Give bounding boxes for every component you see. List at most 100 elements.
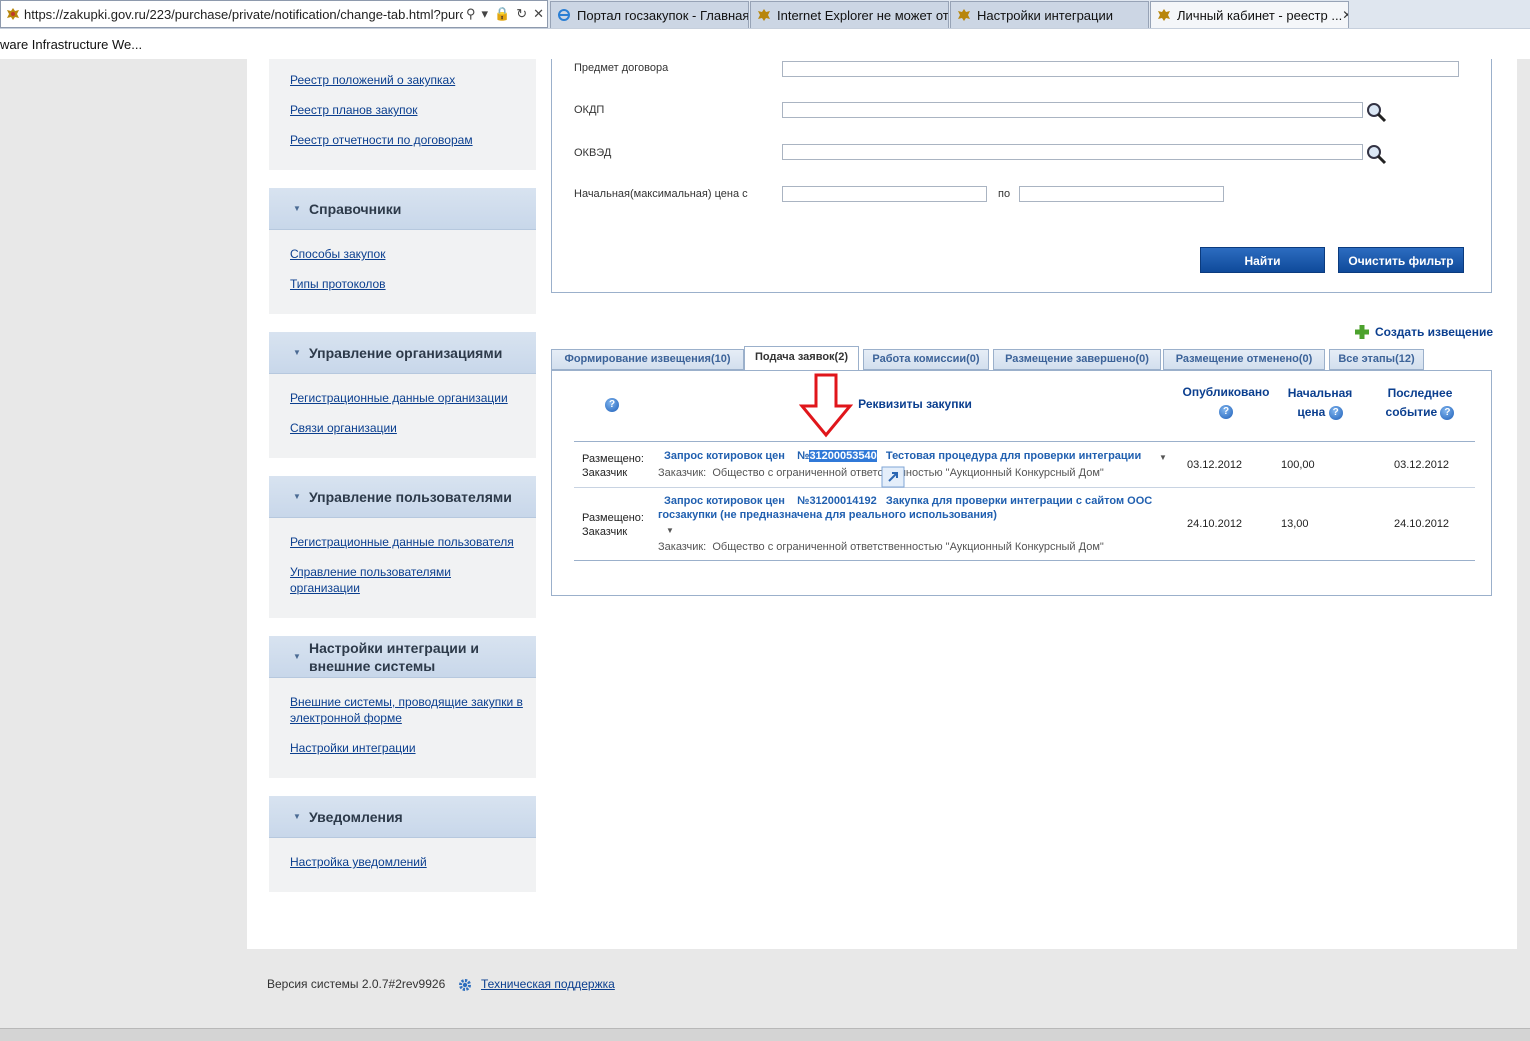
price-from-label: Начальная(максимальная) цена с: [574, 188, 748, 200]
purchase-type[interactable]: Запрос котировок цен: [664, 495, 785, 507]
sidebar-link[interactable]: Настройка уведомлений: [290, 854, 525, 870]
help-icon[interactable]: ?: [605, 398, 619, 412]
sidebar-section-header[interactable]: ▼ Настройки интеграции и внешние системы: [269, 636, 536, 678]
purchase-type[interactable]: Запрос котировок цен: [664, 450, 785, 462]
okdp-label: ОКДП: [574, 104, 605, 116]
gear-icon: [459, 979, 471, 991]
favorites-item[interactable]: ware Infrastructure We...: [0, 37, 142, 52]
section-title: Справочники: [309, 200, 402, 217]
tab-submission[interactable]: Подача заявок(2): [744, 346, 859, 371]
close-tab-icon[interactable]: ✕: [1342, 8, 1348, 22]
browser-tab[interactable]: Портал госзакупок - Главная: [550, 1, 749, 28]
stop-icon[interactable]: ✕: [530, 6, 547, 22]
section-title: Настройки интеграции и внешние системы: [309, 639, 479, 674]
number-prefix[interactable]: №: [797, 450, 809, 462]
subject-input[interactable]: [782, 61, 1459, 77]
purchase-number[interactable]: 31200014192: [809, 495, 876, 507]
published-date: 24.10.2012: [1187, 518, 1243, 530]
favorites-bar: ware Infrastructure We...: [0, 28, 1530, 59]
event-header: Последнее событие ?: [1374, 384, 1466, 422]
okdp-input[interactable]: [782, 102, 1363, 118]
dropdown-icon[interactable]: ▾: [478, 6, 491, 22]
popup-expand-icon[interactable]: [881, 466, 905, 488]
purchase-link[interactable]: Запрос котировок цен №31200053540 Тестов…: [664, 449, 1141, 463]
price-from-input[interactable]: [782, 186, 987, 202]
sidebar-link[interactable]: Регистрационные данные пользователя: [290, 534, 525, 550]
last-event-date: 24.10.2012: [1394, 518, 1450, 530]
refresh-icon[interactable]: ↻: [513, 6, 530, 22]
purchase-title[interactable]: Тестовая процедура для проверки интеграц…: [886, 450, 1141, 462]
event-header-line2: событие: [1385, 405, 1438, 419]
section-title: Управление пользователями: [309, 488, 512, 505]
annotation-arrow-icon: [799, 373, 853, 438]
tab-completed[interactable]: Размещение завершено(0): [993, 349, 1161, 370]
status-text: Заказчик: [582, 526, 628, 538]
purchase-title[interactable]: Закупка для проверки интеграции с сайтом…: [886, 495, 1152, 507]
sidebar-link[interactable]: Типы протоколов: [290, 276, 525, 292]
collapse-icon[interactable]: ▼: [285, 348, 309, 357]
purchase-link[interactable]: Запрос котировок цен №31200014192 Закупк…: [664, 494, 1152, 508]
purchase-number-selected[interactable]: 31200053540: [809, 450, 877, 462]
collapse-icon[interactable]: ▼: [285, 492, 309, 501]
system-version: Версия системы 2.0.7#2rev9926: [267, 977, 446, 991]
tab-all-stages[interactable]: Все этапы(12): [1329, 349, 1424, 370]
sidebar-section-header[interactable]: ▼ Уведомления: [269, 796, 536, 838]
sidebar-link[interactable]: Управление пользователями организации: [290, 564, 470, 596]
sidebar-section-organizations: ▼ Управление организациями Регистрационн…: [269, 332, 536, 458]
magnifier-icon[interactable]: [1365, 143, 1387, 165]
sidebar-section-header[interactable]: ▼ Управление пользователями: [269, 476, 536, 518]
tab-label: Internet Explorer не может ото...: [777, 7, 949, 23]
magnifier-icon[interactable]: [1365, 101, 1387, 123]
details-header: Реквизиты закупки: [858, 397, 972, 411]
tab-forming[interactable]: Формирование извещения(10): [551, 349, 744, 370]
browser-tab[interactable]: Настройки интеграции: [950, 1, 1149, 28]
sidebar-section-header[interactable]: ▼ Управление организациями: [269, 332, 536, 374]
collapse-icon[interactable]: ▼: [285, 812, 309, 821]
collapse-icon[interactable]: ▼: [285, 652, 309, 661]
address-bar[interactable]: https://zakupki.gov.ru/223/purchase/priv…: [0, 0, 548, 28]
row-status: Размещено: Заказчик: [582, 511, 644, 539]
customer-label: Заказчик:: [658, 541, 707, 553]
subject-label: Предмет договора: [574, 62, 669, 74]
okved-input[interactable]: [782, 144, 1363, 160]
collapse-icon[interactable]: ▼: [285, 204, 309, 213]
search-icon[interactable]: ⚲: [463, 6, 479, 22]
sidebar-section-users: ▼ Управление пользователями Регистрацион…: [269, 476, 536, 618]
section-title: Управление организациями: [309, 344, 503, 361]
sidebar-section-header[interactable]: ▼ Справочники: [269, 188, 536, 230]
browser-tab[interactable]: Internet Explorer не может ото...: [750, 1, 949, 28]
number-prefix[interactable]: №: [797, 495, 809, 507]
create-notice-link[interactable]: Создать извещение: [1375, 325, 1493, 339]
find-button[interactable]: Найти: [1200, 247, 1325, 273]
expand-icon[interactable]: ▼: [1159, 453, 1167, 462]
tech-support-link[interactable]: Техническая поддержка: [481, 977, 615, 991]
start-price: 100,00: [1281, 459, 1315, 471]
sidebar-link[interactable]: Связи организации: [290, 420, 525, 436]
price-to-label: по: [998, 188, 1011, 200]
help-icon[interactable]: ?: [1440, 405, 1455, 420]
last-event-date: 03.12.2012: [1394, 459, 1450, 471]
address-url[interactable]: https://zakupki.gov.ru/223/purchase/priv…: [24, 7, 463, 22]
purchase-title-continued[interactable]: госзакупки (не предназначена для реально…: [658, 508, 997, 522]
help-icon[interactable]: ?: [1219, 404, 1233, 419]
tab-commission[interactable]: Работа комиссии(0): [863, 349, 989, 370]
sidebar-link[interactable]: Реестр положений о закупках: [290, 72, 525, 88]
sidebar-link[interactable]: Настройки интеграции: [290, 740, 525, 756]
price-to-input[interactable]: [1019, 186, 1224, 202]
expand-icon[interactable]: ▼: [666, 526, 674, 535]
sidebar-link[interactable]: Внешние системы, проводящие закупки в эл…: [290, 694, 525, 726]
customer-name: Общество с ограниченной ответственностью…: [712, 467, 1104, 479]
sidebar-link[interactable]: Способы закупок: [290, 246, 525, 262]
help-icon[interactable]: ?: [1328, 405, 1343, 420]
sidebar-link[interactable]: Реестр отчетности по договорам: [290, 132, 525, 148]
browser-tab-active[interactable]: Личный кабинет - реестр ... ✕: [1150, 1, 1349, 28]
sidebar-link[interactable]: Регистрационные данные организации: [290, 390, 525, 406]
clear-filter-button[interactable]: Очистить фильтр: [1338, 247, 1464, 273]
sidebar-link[interactable]: Реестр планов закупок: [290, 102, 525, 118]
tab-cancelled[interactable]: Размещение отменено(0): [1163, 349, 1325, 370]
plus-icon[interactable]: [1354, 324, 1370, 340]
customer-line: Заказчик: Общество с ограниченной ответс…: [658, 541, 1104, 553]
tab-label: Настройки интеграции: [977, 7, 1114, 23]
published-header-label: Опубликовано: [1182, 385, 1270, 399]
lock-icon[interactable]: 🔒: [491, 6, 513, 22]
